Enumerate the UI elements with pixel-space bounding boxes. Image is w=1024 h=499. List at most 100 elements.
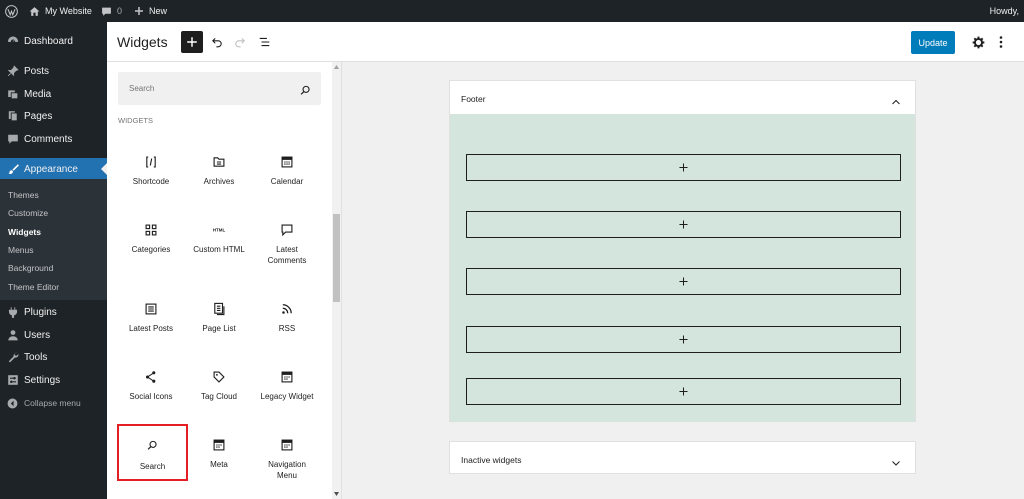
add-block-button[interactable] (466, 154, 901, 181)
plus-icon (679, 277, 688, 286)
submenu-item-widgets[interactable]: Widgets (8, 227, 41, 237)
block-inserter-panel: Search Widgets Shortcode Archives Calend… (107, 62, 342, 499)
add-block-button[interactable] (466, 326, 901, 353)
sidebar-item-media[interactable]: Media (0, 83, 107, 105)
user-icon (6, 329, 19, 342)
block-item-search[interactable]: Search (117, 424, 188, 481)
submenu-item-themes[interactable]: Themes (8, 190, 39, 200)
dashboard-icon (6, 35, 19, 48)
submenu-item-background[interactable]: Background (8, 263, 53, 273)
pages-icon (6, 110, 19, 123)
submenu-item-menus[interactable]: Menus (8, 245, 34, 255)
plus-icon (135, 7, 143, 15)
update-button[interactable]: Update (911, 31, 955, 54)
block-label: RSS (278, 324, 296, 333)
howdy-account-link[interactable]: Howdy, (990, 0, 1019, 22)
chevron-up-icon[interactable] (891, 93, 901, 111)
block-item-custom-html[interactable]: HTML Custom HTML (186, 213, 252, 273)
inactive-area-title[interactable]: Inactive widgets (461, 455, 521, 465)
sidebar-item-dashboard[interactable]: Dashboard (0, 30, 107, 52)
block-label: Navigation Menu (268, 460, 306, 480)
undo-button[interactable] (210, 35, 224, 49)
more-vertical-icon (999, 36, 1003, 48)
footer-area-title[interactable]: Footer (461, 94, 486, 104)
options-button[interactable] (996, 35, 1006, 49)
shortcode-icon (143, 154, 159, 170)
scrollbar-thumb[interactable] (333, 214, 340, 302)
add-block-button[interactable] (466, 211, 901, 238)
collapse-menu-label: Collapse menu (24, 398, 81, 408)
comment-bubble-icon (102, 7, 111, 16)
sidebar-item-label: Pages (24, 110, 53, 122)
sidebar-item-label: Settings (24, 374, 61, 386)
sidebar-item-posts[interactable]: Posts (0, 60, 107, 82)
block-label: Custom HTML (193, 245, 245, 254)
redo-icon (235, 38, 245, 48)
block-item-latest-posts[interactable]: Latest Posts (118, 292, 184, 352)
list-view-button[interactable] (257, 35, 271, 49)
sidebar-item-comments[interactable]: Comments (0, 128, 107, 150)
comment-icon (6, 133, 19, 146)
block-label: Calendar (270, 177, 304, 186)
block-item-shortcode[interactable]: Shortcode (118, 145, 184, 205)
submenu-item-theme-editor[interactable]: Theme Editor (8, 282, 59, 292)
settings-button[interactable] (971, 35, 985, 49)
sidebar-item-plugins[interactable]: Plugins (0, 301, 107, 323)
footer-widget-content (450, 114, 915, 422)
site-name-link[interactable]: My Website (29, 0, 92, 22)
block-item-meta[interactable]: Meta (186, 428, 252, 488)
new-label: New (149, 6, 168, 16)
chevron-down-icon[interactable] (891, 454, 901, 472)
block-item-latest-comments[interactable]: Latest Comments (254, 213, 320, 273)
block-label: Meta (210, 460, 228, 469)
sidebar-item-label: Users (24, 329, 51, 341)
howdy-text: Howdy, (989, 6, 1019, 16)
block-label: Archives (203, 177, 235, 186)
gear-icon (972, 36, 984, 48)
sidebar-item-label: Appearance (24, 163, 78, 175)
sidebar-item-users[interactable]: Users (0, 324, 107, 346)
editor-header: Widgets Update (107, 22, 1024, 62)
block-item-legacy-widget[interactable]: Legacy Widget (254, 360, 320, 420)
wordpress-logo-icon[interactable] (5, 0, 18, 22)
block-search-input[interactable]: Search (118, 72, 321, 105)
redo-button[interactable] (233, 35, 247, 49)
navigation-icon (279, 437, 295, 453)
submenu-item-customize[interactable]: Customize (8, 208, 48, 218)
collapse-menu-button[interactable]: Collapse menu (0, 392, 107, 414)
comments-link[interactable]: 0 (101, 0, 122, 22)
search-icon (300, 83, 311, 101)
block-label: Legacy Widget (260, 392, 314, 401)
share-icon (143, 369, 159, 385)
sidebar-item-appearance[interactable]: Appearance (0, 158, 107, 180)
comment-icon (279, 222, 295, 238)
undo-icon (212, 38, 222, 48)
block-item-social-icons[interactable]: Social Icons (118, 360, 184, 420)
sidebar-item-settings[interactable]: Settings (0, 369, 107, 391)
block-inserter-toggle[interactable] (181, 31, 203, 53)
block-item-archives[interactable]: Archives (186, 145, 252, 205)
list-view-icon (259, 37, 269, 47)
collapse-arrow-icon (6, 397, 19, 410)
block-label: Social Icons (129, 392, 173, 401)
new-content-link[interactable]: New (134, 0, 167, 22)
block-item-calendar[interactable]: Calendar (254, 145, 320, 205)
add-block-button[interactable] (466, 378, 901, 405)
scroll-up-arrow-icon (334, 65, 339, 69)
sidebar-item-pages[interactable]: Pages (0, 105, 107, 127)
plus-icon (679, 335, 688, 344)
block-label: Search (139, 462, 166, 471)
brush-icon (6, 163, 19, 176)
sidebar-item-label: Comments (24, 133, 73, 145)
block-item-categories[interactable]: Categories (118, 213, 184, 273)
add-block-button[interactable] (466, 268, 901, 295)
plus-icon (679, 220, 688, 229)
sidebar-item-label: Plugins (24, 306, 57, 318)
inactive-widgets-area: Inactive widgets (449, 441, 916, 474)
block-item-rss[interactable]: RSS (254, 292, 320, 352)
block-item-tag-cloud[interactable]: Tag Cloud (186, 360, 252, 420)
post-list-icon (143, 301, 159, 317)
sidebar-item-tools[interactable]: Tools (0, 346, 107, 368)
block-item-page-list[interactable]: Page List (186, 292, 252, 352)
block-item-navigation-menu[interactable]: Navigation Menu (254, 428, 320, 488)
